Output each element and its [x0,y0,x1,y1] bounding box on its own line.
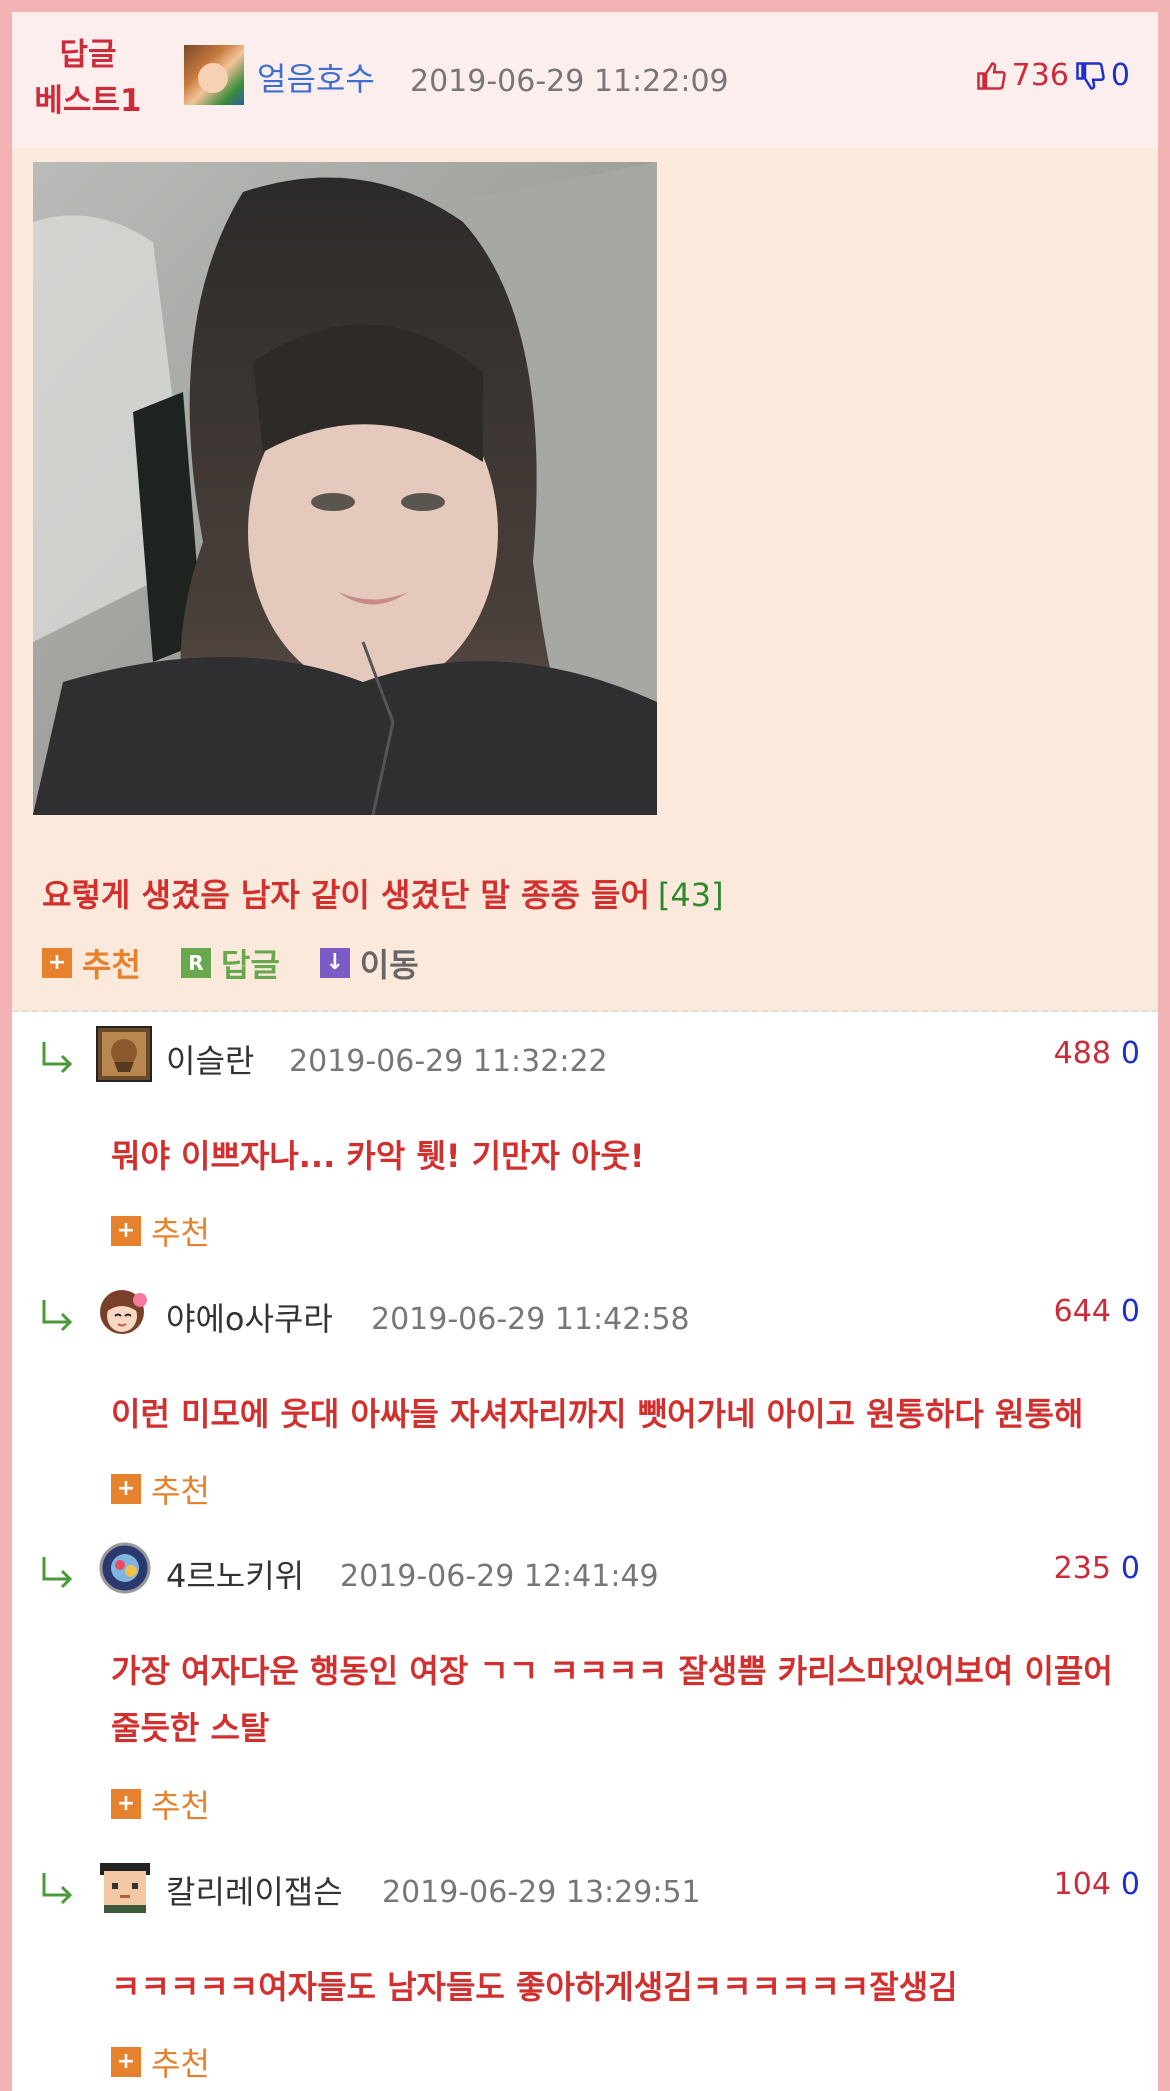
thumbs-up-icon[interactable] [976,61,1006,91]
best-reply-body: 요렇게 생겼음 남자 같이 생겼단 말 종종 들어 [43] + 추천 R 답글 … [12,148,1158,1012]
comment-thread: 답글 베스트1 얼음호수 2019-06-29 11:22:09 736 0 요… [12,12,1158,2091]
sub-reply: 야에o사쿠라 2019-06-29 11:42:58 644 0 이런 미모에 웃… [12,1270,1158,1529]
reply-button[interactable]: R 답글 [180,940,280,986]
plus-icon: + [111,1474,141,1504]
down-vote-count[interactable]: 0 [1121,1036,1140,1071]
attached-photo[interactable] [33,162,657,815]
recommend-label: 추천 [151,1214,210,1252]
vote-counter: 235 0 [1054,1551,1140,1586]
up-vote-count[interactable]: 235 [1054,1551,1111,1586]
down-vote-count: 0 [1110,58,1130,93]
recommend-label: 추천 [151,1787,210,1825]
sub-reply: 이슬란 2019-06-29 11:32:22 488 0 뭐야 이쁘자나... … [12,1012,1158,1272]
post-timestamp: 2019-06-29 11:22:09 [410,64,729,99]
reply-count[interactable]: [43] [658,876,724,914]
best-tag-line2: 베스트1 [34,83,142,119]
down-vote-count[interactable]: 0 [1121,1551,1140,1586]
author-name[interactable]: 4르노키위 [166,1551,304,1597]
reply-arrow-icon [42,1300,73,1332]
avatar[interactable] [96,1857,152,1913]
thumbs-down-icon[interactable] [1075,61,1105,91]
avatar[interactable] [96,1026,152,1082]
comment-text: 뭐야 이쁘자나... 카악 퉷! 기만자 아웃! [111,1137,645,1175]
sub-reply: 칼리레이잽슨 2019-06-29 13:29:51 104 0 ㅋㅋㅋㅋㅋ여자들… [12,1843,1158,2091]
post-timestamp: 2019-06-29 11:32:22 [289,1044,608,1079]
up-vote-count[interactable]: 644 [1054,1294,1111,1329]
best-tag-line1: 답글 [59,37,117,73]
vote-counter: 488 0 [1054,1036,1140,1071]
reply-text: 요렇게 생겼음 남자 같이 생겼단 말 종종 들어 [43] [42,870,724,916]
vote-counter: 736 0 [976,58,1130,93]
recommend-button[interactable]: + 추천 [111,2039,210,2085]
plus-icon: + [111,2047,141,2077]
recommend-button[interactable]: + 추천 [111,1781,210,1827]
post-timestamp: 2019-06-29 13:29:51 [382,1875,701,1910]
arrow-down-icon: ↓ [319,948,350,978]
recommend-button[interactable]: + 추천 [42,940,141,986]
comment-text: ㅋㅋㅋㅋㅋ여자들도 남자들도 좋아하게생김ㅋㅋㅋㅋㅋㅋ잘생김 [111,1968,958,2006]
best-reply-badge: 답글 베스트1 [34,32,142,124]
reply-body: 요렇게 생겼음 남자 같이 생겼단 말 종종 들어 [42,876,650,914]
down-vote-count[interactable]: 0 [1121,1867,1140,1902]
recommend-label: 추천 [82,946,141,984]
author-name[interactable]: 얼음호수 [257,54,375,100]
down-vote-count[interactable]: 0 [1121,1294,1140,1329]
recommend-button[interactable]: + 추천 [111,1208,210,1254]
move-button[interactable]: ↓ 이동 [319,940,419,986]
avatar[interactable] [98,1541,154,1597]
move-label: 이동 [359,946,419,984]
vote-counter: 644 0 [1054,1294,1140,1329]
reply-arrow-icon [42,1042,73,1074]
comment-text: 이런 미모에 웃대 아싸들 자셔자리까지 뺏어가네 아이고 원통하다 원통해 [111,1395,1084,1433]
up-vote-count[interactable]: 488 [1054,1036,1111,1071]
recommend-label: 추천 [151,2045,210,2083]
up-vote-count: 736 [1011,58,1069,93]
reply-arrow-icon [42,1557,73,1589]
author-name[interactable]: 야에o사쿠라 [166,1294,333,1340]
reply-label: 답글 [220,946,280,984]
comment-text: 가장 여자다운 행동인 여장 ㄱㄱ ㅋㅋㅋㅋ 잘생쁨 카리스마있어보여 이끌어줄… [111,1652,1113,1747]
plus-icon: + [111,1216,141,1246]
reply-icon: R [180,948,211,978]
sub-reply: 4르노키위 2019-06-29 12:41:49 235 0 가장 여자다운 행… [12,1527,1158,1845]
selfie-image [33,162,657,815]
post-timestamp: 2019-06-29 12:41:49 [340,1559,659,1594]
plus-icon: + [111,1789,141,1819]
best-reply-header: 답글 베스트1 얼음호수 2019-06-29 11:22:09 736 0 [12,12,1158,148]
recommend-label: 추천 [151,1472,210,1510]
author-name[interactable]: 칼리레이잽슨 [166,1867,343,1913]
avatar[interactable] [184,45,244,105]
recommend-button[interactable]: + 추천 [111,1466,210,1512]
reply-actions: + 추천 R 답글 ↓ 이동 [42,940,419,986]
plus-icon: + [42,948,72,978]
author-name[interactable]: 이슬란 [166,1036,254,1082]
post-timestamp: 2019-06-29 11:42:58 [371,1302,690,1337]
reply-arrow-icon [42,1873,73,1905]
up-vote-count[interactable]: 104 [1054,1867,1111,1902]
vote-counter: 104 0 [1054,1867,1140,1902]
avatar[interactable] [96,1284,152,1340]
